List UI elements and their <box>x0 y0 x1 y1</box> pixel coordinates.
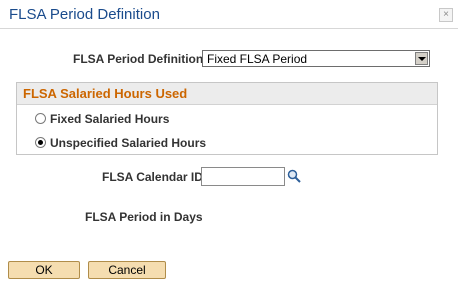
group-header: FLSA Salaried Hours Used <box>17 83 437 105</box>
title-bar: FLSA Period Definition × <box>0 0 458 29</box>
salaried-hours-group: FLSA Salaried Hours Used Fixed Salaried … <box>16 82 438 155</box>
radio-button-selected[interactable] <box>35 137 46 148</box>
radio-label: Unspecified Salaried Hours <box>50 136 207 150</box>
period-in-days-label: FLSA Period in Days <box>85 210 203 224</box>
close-icon[interactable]: × <box>439 8 453 22</box>
calendar-id-label: FLSA Calendar ID <box>102 170 203 184</box>
period-definition-value: Fixed FLSA Period <box>207 52 308 66</box>
window-title: FLSA Period Definition <box>9 6 160 23</box>
chevron-down-icon[interactable] <box>415 52 428 65</box>
period-definition-label: FLSA Period Definition <box>73 52 204 66</box>
search-icon[interactable] <box>287 169 301 183</box>
radio-label: Fixed Salaried Hours <box>50 112 170 126</box>
ok-button[interactable]: OK <box>8 261 80 279</box>
cancel-button[interactable]: Cancel <box>88 261 166 279</box>
calendar-id-input[interactable] <box>201 167 285 186</box>
group-title: FLSA Salaried Hours Used <box>23 86 188 101</box>
period-definition-select[interactable]: Fixed FLSA Period <box>202 50 430 67</box>
radio-button[interactable] <box>35 113 46 124</box>
